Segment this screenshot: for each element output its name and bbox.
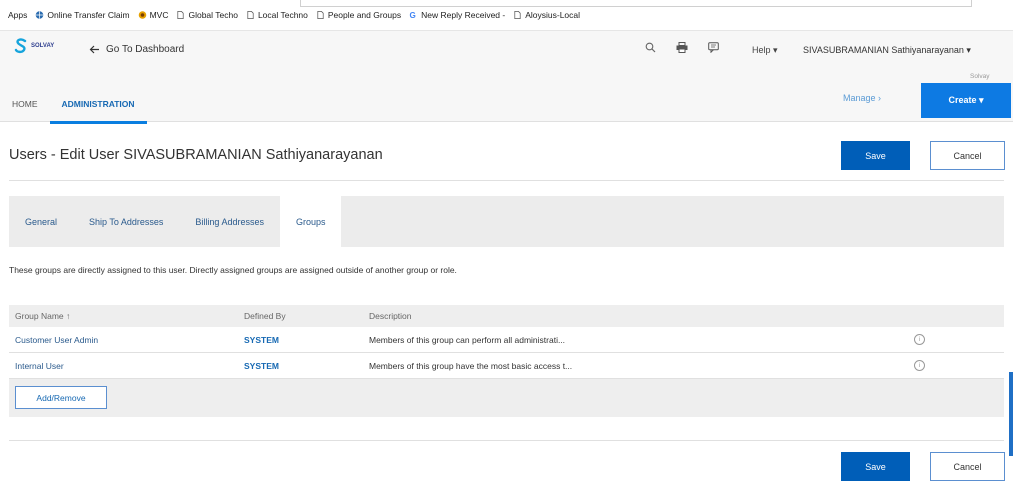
description-value: Members of this group can perform all ad… [369,334,566,345]
groups-table: Group Name ↑ Defined By Description Cust… [9,305,1004,417]
nav-tab-home[interactable]: HOME [0,93,50,121]
page-icon [317,11,324,19]
bookmark-new-reply-received[interactable]: G New Reply Received - [409,10,506,20]
help-menu[interactable]: Help ▾ [752,45,778,56]
tab-groups[interactable]: Groups [279,196,342,247]
bookmark-online-transfer-claim[interactable]: Online Transfer Claim [35,10,130,20]
bookmark-local-techno[interactable]: Local Techno [246,10,308,20]
table-header: Group Name ↑ Defined By Description [9,305,1004,327]
description-value: Members of this group have the most basi… [369,360,573,371]
bookmark-label: People and Groups [327,10,402,20]
save-button[interactable]: Save [841,141,910,170]
page-icon [247,11,254,19]
print-icon[interactable] [676,42,688,53]
create-button[interactable]: Create ▾ [921,83,1011,118]
page-icon [177,11,185,19]
address-bar-edge [300,0,972,7]
page-title: Users - Edit User SIVASUBRAMANIAN Sathiy… [9,147,383,163]
bookmark-people-and-groups[interactable]: People and Groups [316,10,401,20]
nav-tab-administration[interactable]: ADMINISTRATION [49,93,147,124]
tab-general[interactable]: General [9,196,73,247]
bookmark-label: Aloysius-Local [525,10,581,20]
user-menu[interactable]: SIVASUBRAMANIAN Sathiyanarayanan ▾ [803,45,971,56]
bookmarks-bar: Apps Online Transfer Claim MVC Global Te… [0,0,1013,31]
cancel-button-bottom[interactable]: Cancel [930,452,1005,481]
app-header: SOLVAY Go To Dashboard Help ▾ SIVASUBRAM… [0,31,1013,124]
table-footer: Add/Remove [9,379,1004,417]
tenant-label: Solvay [970,73,990,80]
cancel-button[interactable]: Cancel [930,141,1005,170]
logo-icon [14,38,27,54]
divider [9,180,1004,181]
group-name-link[interactable]: Customer User Admin [15,335,98,345]
svg-text:G: G [410,11,416,20]
bookmark-aloysius-local[interactable]: Aloysius-Local [513,10,580,20]
sub-tabs: General Ship To Addresses Billing Addres… [9,196,1004,247]
bookmark-label: MVC [149,10,169,20]
groups-info-text: These groups are directly assigned to th… [9,265,457,275]
column-header-defined-by[interactable]: Defined By [244,311,286,321]
search-icon[interactable] [645,42,656,53]
tab-billing-addresses[interactable]: Billing Addresses [179,196,280,247]
add-remove-button[interactable]: Add/Remove [15,386,107,409]
go-to-dashboard-link[interactable]: Go To Dashboard [89,44,184,55]
bookmark-label: New Reply Received - [421,10,506,20]
group-name-link[interactable]: Internal User [15,361,64,371]
tab-ship-to-addresses[interactable]: Ship To Addresses [73,196,179,247]
manage-menu[interactable]: Manage › [843,93,881,103]
bookmark-mvc[interactable]: MVC [138,10,169,20]
bookmark-apps[interactable]: Apps [8,10,27,20]
bookmark-label: Online Transfer Claim [47,10,130,20]
defined-by-value: SYSTEM [244,334,279,345]
column-header-description[interactable]: Description [369,311,412,321]
mvc-icon [138,11,146,19]
scroll-indicator[interactable] [1009,372,1013,456]
logo-text: SOLVAY [31,43,55,49]
bookmark-label: Global Techo [188,10,238,20]
page-icon [514,11,521,19]
save-button-bottom[interactable]: Save [841,452,910,481]
bookmark-global-techo[interactable]: Global Techo [176,10,238,20]
column-header-group-name[interactable]: Group Name ↑ [15,311,70,321]
arrow-left-icon [89,45,99,54]
google-icon: G [410,11,416,20]
bookmark-label: Local Techno [257,10,308,20]
bookmark-label: Apps [8,10,28,20]
go-to-dashboard-label: Go To Dashboard [106,44,185,55]
main-nav: HOME ADMINISTRATION [0,93,147,124]
solvay-logo[interactable]: SOLVAY [14,38,54,54]
defined-by-value: SYSTEM [244,360,279,371]
feedback-icon[interactable] [708,42,719,53]
table-row: Internal User SYSTEM Members of this gro… [9,353,1004,379]
table-row: Customer User Admin SYSTEM Members of th… [9,327,1004,353]
globe-icon [36,11,44,19]
info-icon[interactable]: i [914,360,925,371]
divider [9,440,1004,441]
info-icon[interactable]: i [914,334,925,345]
